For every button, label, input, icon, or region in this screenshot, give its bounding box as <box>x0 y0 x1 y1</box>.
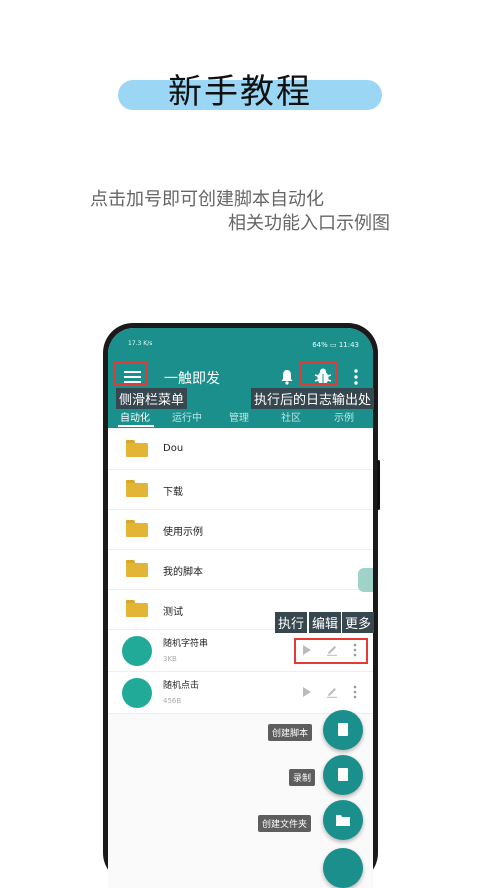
folder-icon <box>336 815 350 826</box>
tab-community[interactable]: 社区 <box>281 409 301 424</box>
more-vert-icon[interactable] <box>353 685 357 699</box>
script-icon <box>122 636 152 666</box>
phone-side-button <box>377 460 380 510</box>
script-row[interactable]: 随机点击 456B <box>108 672 373 714</box>
folder-name: 我的脚本 <box>163 567 203 578</box>
file-icon <box>338 723 348 736</box>
folder-row[interactable]: 下载 <box>108 470 373 510</box>
folder-name: 测试 <box>163 607 183 618</box>
folder-icon <box>126 480 148 497</box>
folder-row[interactable]: 使用示例 <box>108 510 373 550</box>
active-tab-indicator <box>118 425 154 427</box>
main-fab-button[interactable] <box>323 848 363 888</box>
fab-label-record[interactable]: 录制 <box>289 769 316 786</box>
folder-icon <box>126 520 148 537</box>
folder-icon <box>126 440 148 457</box>
tab-automation[interactable]: 自动化 <box>120 409 150 424</box>
script-icon <box>122 678 152 708</box>
script-name: 随机点击 <box>163 681 200 691</box>
bell-icon[interactable] <box>280 369 294 385</box>
tab-running[interactable]: 运行中 <box>172 409 202 424</box>
folder-row[interactable]: Dou <box>108 430 373 470</box>
play-icon[interactable] <box>303 687 311 697</box>
folder-name: 使用示例 <box>163 527 203 538</box>
floating-side-handle[interactable] <box>358 568 373 592</box>
description-line-1: 点击加号即可创建脚本自动化 <box>90 189 324 210</box>
create-folder-button[interactable] <box>323 800 363 840</box>
run-annotation: 执行 <box>275 612 308 633</box>
tab-manage[interactable]: 管理 <box>229 409 249 424</box>
status-battery-time: 64% ▭ 11:43 <box>312 341 359 349</box>
log-annotation: 执行后的日志输出处 <box>251 388 375 409</box>
description-line-2: 相关功能入口示例图 <box>228 213 390 234</box>
actions-highlight-box <box>294 638 368 664</box>
record-button[interactable] <box>323 755 363 795</box>
menu-annotation: 侧滑栏菜单 <box>116 388 188 409</box>
folder-name: Dou <box>163 443 184 454</box>
page-title: 新手教程 <box>168 72 312 112</box>
fab-label-create-folder[interactable]: 创建文件夹 <box>258 815 312 832</box>
app-title: 一触即发 <box>164 371 220 387</box>
file-icon <box>338 768 348 781</box>
script-size: 3KB <box>163 655 177 663</box>
edit-annotation: 编辑 <box>309 612 342 633</box>
script-size: 456B <box>163 697 182 705</box>
more-annotation: 更多 <box>342 612 375 633</box>
script-name: 随机字符串 <box>163 639 209 649</box>
tab-examples[interactable]: 示例 <box>334 409 354 424</box>
folder-name: 下载 <box>163 487 183 498</box>
phone-screen: 17.3 K/s 64% ▭ 11:43 一触即发 自动化 运行中 管理 社区 … <box>108 328 373 888</box>
fab-label-create-script[interactable]: 创建脚本 <box>268 724 313 741</box>
folder-icon <box>126 560 148 577</box>
create-script-button[interactable] <box>323 710 363 750</box>
log-highlight-box <box>300 362 338 385</box>
menu-highlight-box <box>113 362 147 385</box>
more-vert-icon[interactable] <box>352 368 360 386</box>
folder-icon <box>126 600 148 617</box>
folder-row[interactable]: 我的脚本 <box>108 550 373 590</box>
status-network-speed: 17.3 K/s <box>128 340 153 347</box>
edit-pencil-icon[interactable] <box>326 686 338 698</box>
